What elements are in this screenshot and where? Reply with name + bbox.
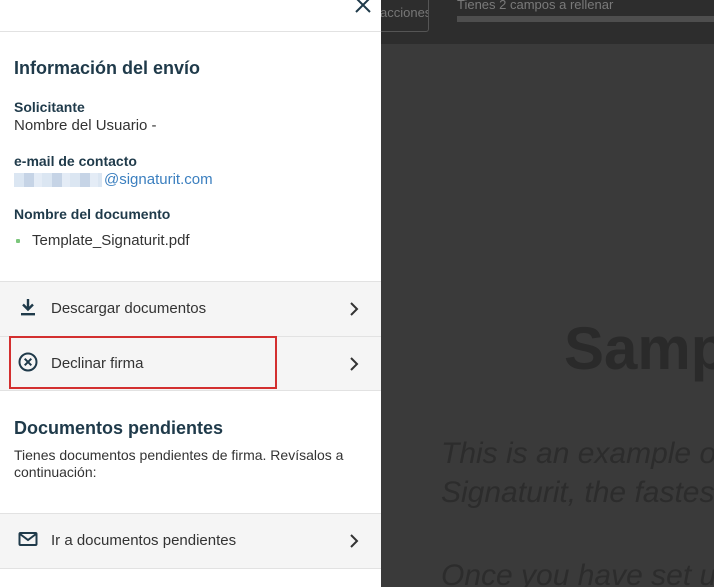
cancel-circle-icon: [18, 352, 38, 372]
requester-label: Solicitante: [14, 99, 85, 115]
chevron-right-icon: [350, 357, 359, 371]
go-to-pending-documents-button[interactable]: Ir a documentos pendientes: [0, 514, 381, 568]
chevron-right-icon: [350, 302, 359, 316]
document-title: Samp: [564, 315, 714, 382]
decline-signature-button[interactable]: Declinar firma: [0, 337, 381, 391]
email-redacted-part: [14, 172, 102, 187]
bullet-icon: [16, 238, 20, 243]
document-line: This is an example o: [441, 437, 714, 470]
viewer-toolbar: acciones Tienes 2 campos a rellenar: [371, 0, 714, 44]
requester-value: Nombre del Usuario -: [14, 117, 157, 134]
divider: [0, 568, 381, 569]
document-list-item: Template_Signaturit.pdf: [14, 232, 190, 249]
fields-remaining-text: Tienes 2 campos a rellenar: [457, 0, 614, 12]
contact-email[interactable]: @signaturit.com: [14, 171, 213, 188]
document-name-label: Nombre del documento: [14, 206, 171, 222]
download-icon: [21, 299, 35, 316]
document-line: Signaturit, the fastes: [441, 476, 714, 509]
pending-documents-title: Documentos pendientes: [14, 418, 224, 438]
go-to-pending-documents-label: Ir a documentos pendientes: [51, 532, 237, 549]
progress-bar: [457, 16, 714, 22]
mail-icon: [18, 532, 38, 546]
info-panel: Información del envío Solicitante Nombre…: [0, 0, 381, 587]
info-title: Información del envío: [14, 58, 201, 78]
decline-signature-label: Declinar firma: [51, 355, 144, 372]
document-preview: Samp This is an example o Signaturit, th…: [381, 44, 714, 587]
pending-documents-text: Tienes documentos pendientes de firma. R…: [14, 447, 344, 480]
divider: [0, 390, 381, 391]
contact-email-label: e-mail de contacto: [14, 153, 137, 169]
close-button[interactable]: [352, 0, 374, 16]
close-icon: [355, 0, 371, 13]
panel-header: [0, 0, 381, 32]
download-documents-label: Descargar documentos: [51, 300, 207, 317]
chevron-right-icon: [350, 534, 359, 548]
email-domain: @signaturit.com: [104, 171, 213, 188]
download-documents-button[interactable]: Descargar documentos: [0, 282, 381, 336]
document-name: Template_Signaturit.pdf: [32, 232, 190, 249]
document-line: Once you have set u: [441, 559, 714, 587]
